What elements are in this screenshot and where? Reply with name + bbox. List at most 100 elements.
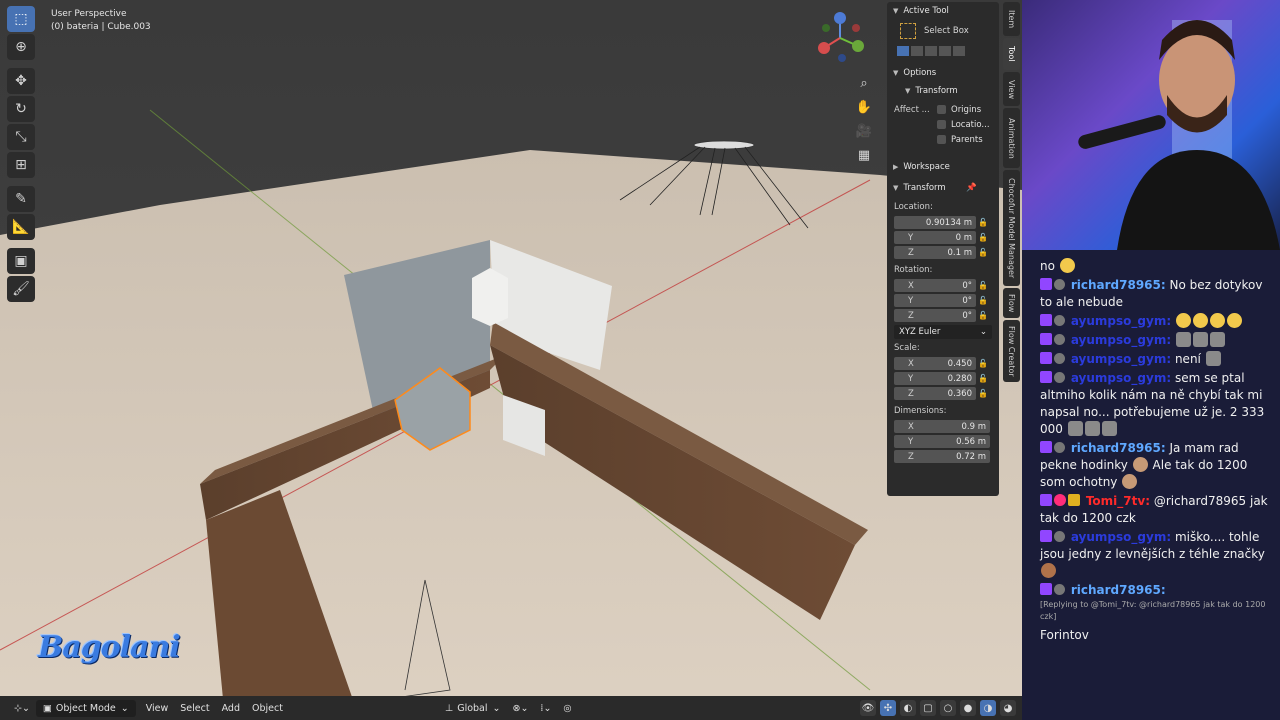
bagolani-logo: Bagolani: [38, 630, 181, 665]
sidebar-panel: ▼ Active Tool Select Box ▼ Options ▼ Transf…: [887, 2, 999, 496]
scale-y-field[interactable]: Y 0.280 🔓: [887, 371, 999, 386]
proportional-edit-icon[interactable]: ◎: [557, 700, 577, 717]
add-cube-tool-icon[interactable]: ▣: [7, 248, 35, 274]
rotation-mode-dropdown[interactable]: XYZ Euler ⌄: [894, 325, 992, 339]
affect-origins-checkbox[interactable]: Origins: [887, 102, 981, 117]
xray-icon[interactable]: ▢: [920, 700, 936, 716]
overlay-icon[interactable]: ◐: [900, 700, 916, 716]
chat-username[interactable]: ayumpso_gym:: [1071, 530, 1171, 544]
rotation-z-field[interactable]: Z 0° 🔓: [887, 308, 999, 323]
dimensions-x-field[interactable]: X 0.9 m: [887, 419, 999, 434]
measure-tool-icon[interactable]: 📐: [7, 214, 35, 240]
pivot-icon[interactable]: ⊗⌄: [507, 700, 535, 717]
scale-z-field[interactable]: Z 0.360 🔓: [887, 386, 999, 401]
chat-username[interactable]: ayumpso_gym:: [1071, 371, 1171, 385]
lock-icon[interactable]: 🔓: [976, 233, 990, 242]
chat-username[interactable]: richard78965:: [1071, 441, 1166, 455]
z-axis-icon: [834, 12, 846, 24]
workspace-section[interactable]: ▶ Workspace: [887, 158, 999, 176]
tab-flow[interactable]: Flow: [1003, 288, 1020, 318]
cursor-tool-icon[interactable]: ⊕: [7, 34, 35, 60]
dimensions-z-field[interactable]: Z 0.72 m: [887, 449, 999, 464]
skull-emote-icon: [1205, 351, 1221, 366]
lock-icon[interactable]: 🔓: [976, 311, 990, 320]
annotate-tool-icon[interactable]: ✎: [7, 186, 35, 212]
chat-username[interactable]: ayumpso_gym:: [1071, 352, 1171, 366]
pin-icon[interactable]: 📌: [966, 183, 977, 193]
lock-icon[interactable]: 🔓: [976, 374, 990, 383]
lock-icon[interactable]: 🔓: [976, 218, 990, 227]
active-tool-section[interactable]: ▼ Active Tool: [887, 2, 999, 20]
rotation-x-field[interactable]: X 0° 🔓: [887, 278, 999, 293]
orientation-dropdown[interactable]: ⊥ Global ⌄: [439, 700, 507, 717]
transform-section[interactable]: ▼ Transform 📌: [887, 179, 999, 197]
chat-username[interactable]: ayumpso_gym:: [1071, 333, 1171, 347]
select-mode-intersect-icon[interactable]: [953, 46, 965, 56]
heart-badge-icon: [1054, 494, 1066, 506]
tab-flow-creator[interactable]: Flow Creator: [1003, 320, 1020, 382]
tab-chocofur-model-manager[interactable]: Chocofur Model Manager: [1003, 170, 1020, 286]
rotate-tool-icon[interactable]: ↻: [7, 96, 35, 122]
lock-icon[interactable]: 🔓: [976, 248, 990, 257]
zoom-icon[interactable]: ⌕: [853, 72, 875, 94]
location-z-field[interactable]: Z 0.1 m 🔓: [887, 245, 999, 260]
mode-dropdown[interactable]: ▣ Object Mode ⌄: [35, 699, 136, 717]
chat-message: ayumpso_gym:: [1040, 332, 1272, 349]
transform-tool-icon[interactable]: ⊞: [7, 152, 35, 178]
menu-add[interactable]: Add: [216, 700, 246, 717]
tab-item[interactable]: Item: [1003, 2, 1020, 36]
snap-icon[interactable]: ⁞⌄: [534, 700, 557, 717]
options-section[interactable]: ▼ Options: [887, 64, 999, 82]
rotation-y-field[interactable]: Y 0° 🔓: [887, 293, 999, 308]
select-mode-extend-icon[interactable]: [911, 46, 923, 56]
rendered-shading-icon[interactable]: ◕: [1000, 700, 1016, 716]
gizmo-toggle-icon[interactable]: ✣: [880, 700, 896, 716]
lock-icon[interactable]: 🔓: [976, 296, 990, 305]
editor-type-icon[interactable]: ⊹⌄: [8, 700, 36, 717]
badge-icon: [1054, 353, 1065, 364]
tool-shelf: ⬚ ⊕ ✥ ↻ ⤡ ⊞ ✎ 📐 ▣ 🖌: [7, 6, 37, 304]
chat-username[interactable]: richard78965:: [1071, 583, 1166, 597]
scale-x-field[interactable]: X 0.450 🔓: [887, 356, 999, 371]
chevron-down-icon: ⌄: [120, 702, 129, 714]
select-box-tool-icon[interactable]: ⬚: [7, 6, 35, 32]
move-tool-icon[interactable]: ✥: [7, 68, 35, 94]
menu-object[interactable]: Object: [246, 700, 289, 717]
pan-icon[interactable]: ✋: [853, 96, 875, 118]
camera-icon[interactable]: 🎥: [853, 120, 875, 142]
visibility-icon[interactable]: 👁: [860, 700, 876, 716]
location-x-field[interactable]: 0.90134 m 🔓: [887, 215, 999, 230]
viewport-header: ⊹⌄ ▣ Object Mode ⌄ View Select Add Objec…: [0, 696, 1022, 720]
select-mode-subtract-icon[interactable]: [925, 46, 937, 56]
material-shading-icon[interactable]: ◑: [980, 700, 996, 716]
select-mode-new-icon[interactable]: [897, 46, 909, 56]
solid-shading-icon[interactable]: ●: [960, 700, 976, 716]
scale-tool-icon[interactable]: ⤡: [7, 124, 35, 150]
affect-location-checkbox[interactable]: Locatio...: [887, 117, 990, 132]
chat-message: ayumpso_gym: miško.... tohle jsou jedny …: [1040, 529, 1272, 580]
menu-view[interactable]: View: [140, 700, 175, 717]
tab-animation[interactable]: Animation: [1003, 108, 1020, 168]
options-transform-subsection[interactable]: ▼ Transform: [887, 82, 999, 100]
lock-icon[interactable]: 🔓: [976, 389, 990, 398]
location-y-field[interactable]: Y0 m 🔓: [887, 230, 999, 245]
chat-username[interactable]: richard78965:: [1071, 278, 1166, 292]
affect-parents-checkbox[interactable]: Parents: [887, 132, 983, 147]
tab-view[interactable]: View: [1003, 72, 1020, 106]
chat-message: ayumpso_gym:: [1040, 313, 1272, 330]
chat-username[interactable]: Tomi_7tv:: [1086, 494, 1150, 508]
grid-icon[interactable]: ▦: [853, 144, 875, 166]
skull-emote-icon: [1067, 421, 1083, 436]
dimensions-y-field[interactable]: Y 0.56 m: [887, 434, 999, 449]
chat-username[interactable]: ayumpso_gym:: [1071, 314, 1171, 328]
3d-viewport[interactable]: User Perspective (0) bateria | Cube.003 …: [0, 0, 1022, 720]
lock-icon[interactable]: 🔓: [976, 281, 990, 290]
wireframe-shading-icon[interactable]: ○: [940, 700, 956, 716]
select-mode-invert-icon[interactable]: [939, 46, 951, 56]
menu-select[interactable]: Select: [174, 700, 215, 717]
lock-icon[interactable]: 🔓: [976, 359, 990, 368]
navigation-gizmo[interactable]: [812, 10, 868, 66]
tab-tool[interactable]: Tool: [1003, 38, 1020, 70]
paint-tool-icon[interactable]: 🖌: [7, 276, 35, 302]
chat-message: richard78965: Ja mam rad pekne hodinky A…: [1040, 441, 1248, 489]
